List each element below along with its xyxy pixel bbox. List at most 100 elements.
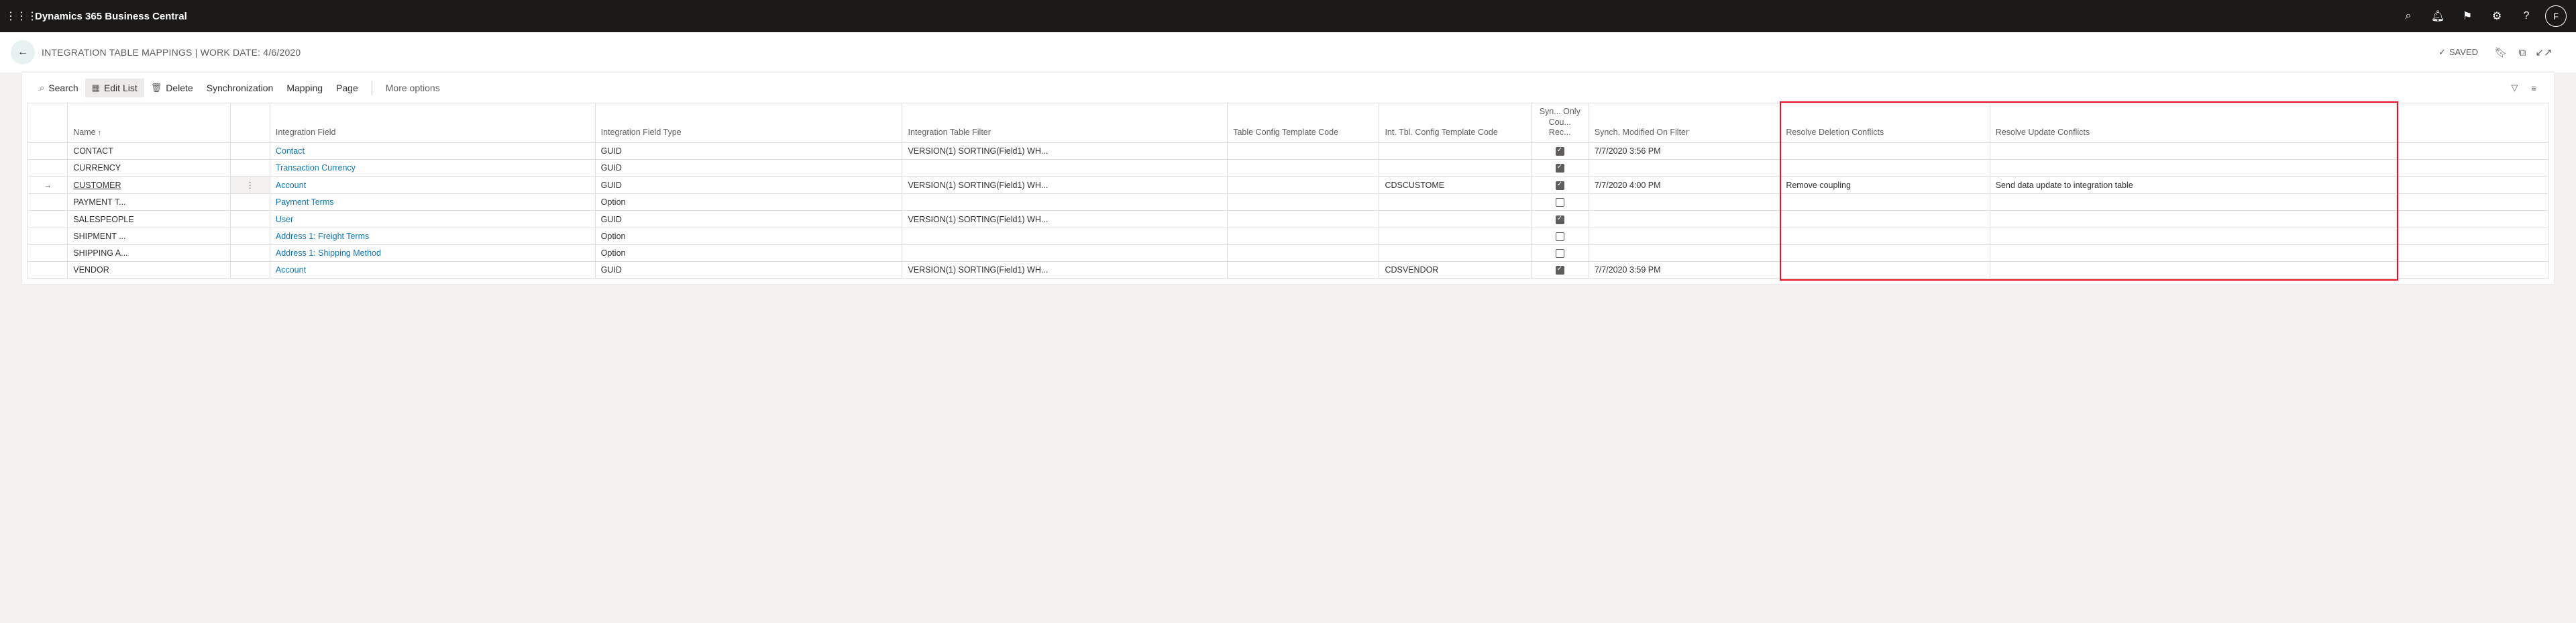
cell-resolve-deletion[interactable] bbox=[1780, 262, 1990, 279]
cell-integration-field[interactable]: User bbox=[270, 211, 595, 228]
row-actions-icon[interactable] bbox=[230, 194, 270, 211]
bookmark-icon[interactable]: 🔖︎ bbox=[2490, 42, 2512, 63]
cell-int-template[interactable] bbox=[1379, 228, 1531, 244]
cell-table-template[interactable] bbox=[1228, 262, 1379, 279]
cell-integration-field-type[interactable]: GUID bbox=[595, 177, 902, 194]
row-actions-icon[interactable] bbox=[230, 211, 270, 228]
cell-resolve-update[interactable] bbox=[1990, 211, 2396, 228]
settings-gear-icon[interactable]: ⚙ bbox=[2482, 0, 2512, 32]
cell-resolve-update[interactable] bbox=[1990, 194, 2396, 211]
cell-sync-only-coupled[interactable] bbox=[1531, 142, 1589, 159]
cell-int-template[interactable] bbox=[1379, 211, 1531, 228]
cell-modified-filter[interactable] bbox=[1589, 244, 1780, 261]
cell-name[interactable]: SALESPEOPLE bbox=[68, 211, 230, 228]
table-row[interactable]: SALESPEOPLEUserGUIDVERSION(1) SORTING(Fi… bbox=[28, 211, 2548, 228]
col-name[interactable]: Name bbox=[68, 103, 230, 143]
col-table-template-code[interactable]: Table Config Template Code bbox=[1228, 103, 1379, 143]
table-row[interactable]: SHIPMENT ... Address 1: Freight TermsOpti… bbox=[28, 228, 2548, 244]
row-actions-icon[interactable] bbox=[230, 160, 270, 177]
cell-sync-only-coupled[interactable] bbox=[1531, 262, 1589, 279]
cell-table-template[interactable] bbox=[1228, 160, 1379, 177]
row-actions-icon[interactable] bbox=[230, 142, 270, 159]
app-launcher-icon[interactable]: ⋮⋮⋮ bbox=[5, 9, 32, 23]
mapping-menu[interactable]: Mapping bbox=[280, 79, 329, 97]
cell-resolve-update[interactable] bbox=[1990, 262, 2396, 279]
user-avatar[interactable]: F bbox=[2545, 5, 2567, 27]
flag-icon[interactable]: ⚑ bbox=[2453, 0, 2482, 32]
cell-name[interactable]: CUSTOMER bbox=[68, 177, 230, 194]
row-actions-icon[interactable] bbox=[230, 244, 270, 261]
cell-integration-field-type[interactable]: Option bbox=[595, 194, 902, 211]
cell-sync-only-coupled[interactable] bbox=[1531, 177, 1589, 194]
cell-name[interactable]: SHIPPING A... bbox=[68, 244, 230, 261]
row-actions-icon[interactable] bbox=[230, 262, 270, 279]
cell-sync-only-coupled[interactable] bbox=[1531, 160, 1589, 177]
cell-integration-field-type[interactable]: GUID bbox=[595, 142, 902, 159]
cell-resolve-deletion[interactable] bbox=[1780, 160, 1990, 177]
cell-modified-filter[interactable]: 7/7/2020 3:59 PM bbox=[1589, 262, 1780, 279]
cell-resolve-deletion[interactable] bbox=[1780, 142, 1990, 159]
cell-integration-table-filter[interactable] bbox=[902, 228, 1228, 244]
cell-table-template[interactable] bbox=[1228, 194, 1379, 211]
table-row[interactable]: VENDOR AccountGUIDVERSION(1) SORTING(Fiel… bbox=[28, 262, 2548, 279]
data-grid[interactable]: Name Integration Field Integration Field… bbox=[22, 103, 2554, 284]
cell-resolve-update[interactable] bbox=[1990, 160, 2396, 177]
cell-integration-table-filter[interactable]: VERSION(1) SORTING(Field1) WH... bbox=[902, 142, 1228, 159]
cell-integration-field-type[interactable]: Option bbox=[595, 228, 902, 244]
cell-modified-filter[interactable] bbox=[1589, 211, 1780, 228]
cell-resolve-deletion[interactable]: Remove coupling bbox=[1780, 177, 1990, 194]
cell-resolve-deletion[interactable] bbox=[1780, 244, 1990, 261]
cell-integration-field[interactable]: Account bbox=[270, 262, 595, 279]
cell-integration-table-filter[interactable] bbox=[902, 244, 1228, 261]
cell-integration-field[interactable]: Contact bbox=[270, 142, 595, 159]
edit-list-button[interactable]: ▦Edit List bbox=[85, 79, 144, 97]
cell-integration-field[interactable]: Address 1: Freight Terms bbox=[270, 228, 595, 244]
col-resolve-update[interactable]: Resolve Update Conflicts bbox=[1990, 103, 2396, 143]
cell-resolve-update[interactable] bbox=[1990, 228, 2396, 244]
cell-integration-field[interactable]: Transaction Currency bbox=[270, 160, 595, 177]
cell-name[interactable]: CONTACT bbox=[68, 142, 230, 159]
cell-table-template[interactable] bbox=[1228, 177, 1379, 194]
cell-integration-field-type[interactable]: Option bbox=[595, 244, 902, 261]
cell-resolve-deletion[interactable] bbox=[1780, 194, 1990, 211]
cell-integration-field[interactable]: Account bbox=[270, 177, 595, 194]
cell-sync-only-coupled[interactable] bbox=[1531, 228, 1589, 244]
cell-name[interactable]: SHIPMENT ... bbox=[68, 228, 230, 244]
cell-modified-filter[interactable] bbox=[1589, 160, 1780, 177]
cell-table-template[interactable] bbox=[1228, 142, 1379, 159]
filter-pane-icon[interactable]: ▽ bbox=[2504, 79, 2524, 97]
back-button[interactable]: ← bbox=[11, 40, 35, 64]
cell-int-template[interactable] bbox=[1379, 160, 1531, 177]
cell-modified-filter[interactable] bbox=[1589, 194, 1780, 211]
col-modified-filter[interactable]: Synch. Modified On Filter bbox=[1589, 103, 1780, 143]
cell-resolve-deletion[interactable] bbox=[1780, 228, 1990, 244]
cell-sync-only-coupled[interactable] bbox=[1531, 244, 1589, 261]
more-options-button[interactable]: More options bbox=[379, 79, 447, 97]
cell-sync-only-coupled[interactable] bbox=[1531, 194, 1589, 211]
cell-integration-table-filter[interactable] bbox=[902, 160, 1228, 177]
cell-integration-table-filter[interactable]: VERSION(1) SORTING(Field1) WH... bbox=[902, 262, 1228, 279]
cell-integration-field-type[interactable]: GUID bbox=[595, 262, 902, 279]
cell-modified-filter[interactable] bbox=[1589, 228, 1780, 244]
search-icon[interactable]: ⌕ bbox=[2394, 0, 2423, 32]
collapse-icon[interactable]: ↙↗ bbox=[2533, 42, 2555, 63]
cell-table-template[interactable] bbox=[1228, 211, 1379, 228]
table-row[interactable]: CURRENCY Transaction CurrencyGUID bbox=[28, 160, 2548, 177]
col-sync-only-coupled[interactable]: Syn... Only Cou... Rec... bbox=[1531, 103, 1589, 143]
cell-modified-filter[interactable]: 7/7/2020 4:00 PM bbox=[1589, 177, 1780, 194]
cell-name[interactable]: CURRENCY bbox=[68, 160, 230, 177]
cell-name[interactable]: PAYMENT T... bbox=[68, 194, 230, 211]
delete-button[interactable]: 🗑︎Delete bbox=[144, 79, 200, 97]
cell-resolve-update[interactable]: Send data update to integration table bbox=[1990, 177, 2396, 194]
help-icon[interactable]: ? bbox=[2512, 0, 2541, 32]
cell-name[interactable]: VENDOR bbox=[68, 262, 230, 279]
cell-integration-table-filter[interactable]: VERSION(1) SORTING(Field1) WH... bbox=[902, 211, 1228, 228]
cell-integration-field-type[interactable]: GUID bbox=[595, 160, 902, 177]
table-row[interactable]: SHIPPING A...Address 1: Shipping MethodO… bbox=[28, 244, 2548, 261]
cell-int-template[interactable]: CDSVENDOR bbox=[1379, 262, 1531, 279]
page-menu[interactable]: Page bbox=[329, 79, 365, 97]
cell-sync-only-coupled[interactable] bbox=[1531, 211, 1589, 228]
col-integration-field[interactable]: Integration Field bbox=[270, 103, 595, 143]
cell-int-template[interactable] bbox=[1379, 244, 1531, 261]
notifications-icon[interactable]: 🔔︎ bbox=[2423, 0, 2453, 32]
